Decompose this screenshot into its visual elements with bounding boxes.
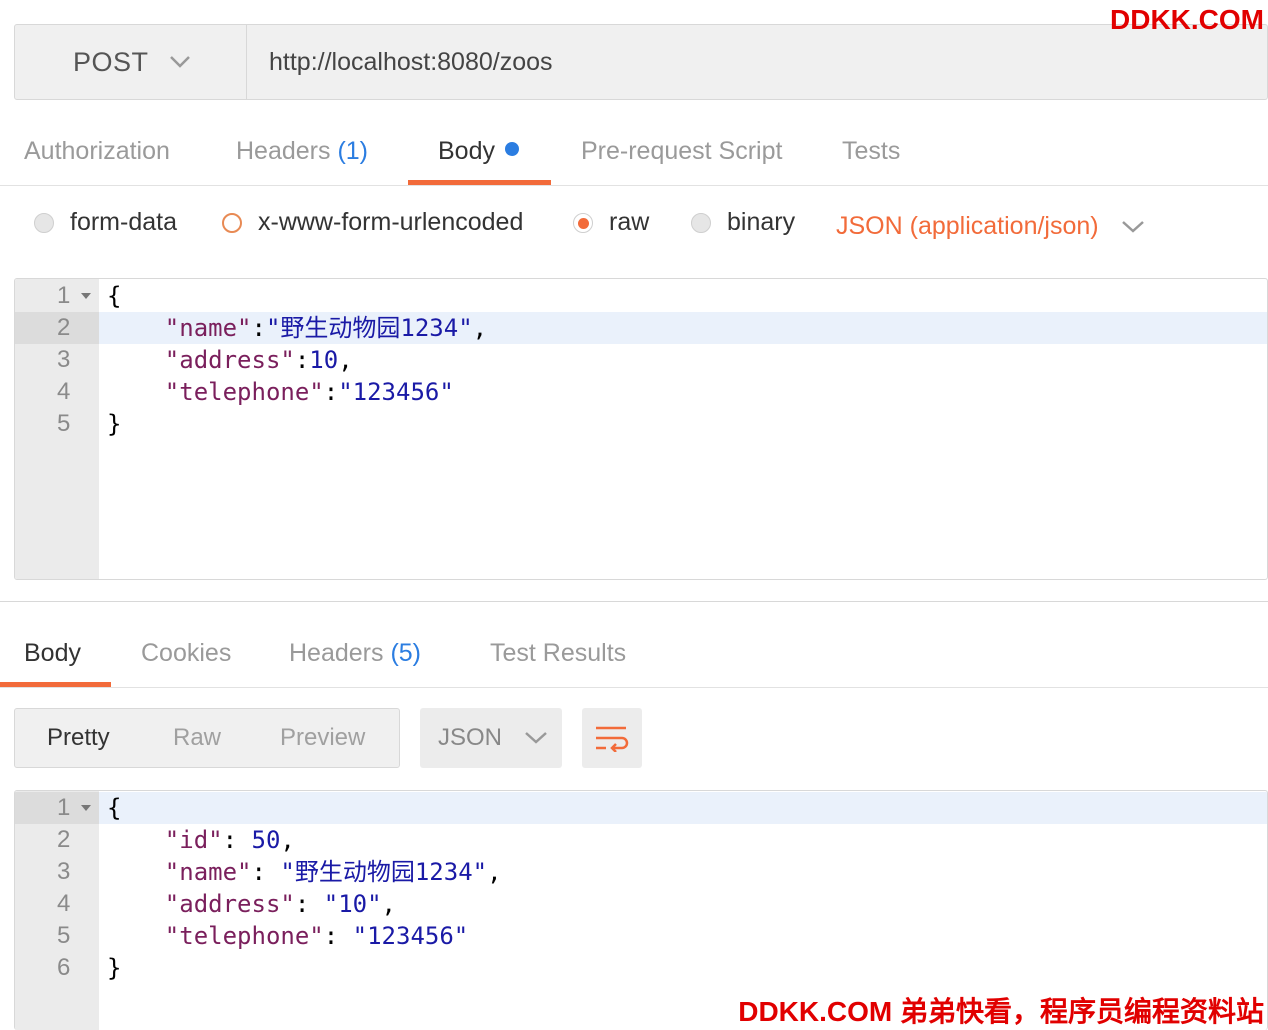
- code-line: 5}: [15, 408, 1267, 440]
- code-line: 3 "address":10,: [15, 344, 1267, 376]
- code-line: 2 "name":"野生动物园1234",: [15, 312, 1267, 344]
- line-number: 3: [57, 858, 71, 885]
- format-select[interactable]: JSON: [420, 708, 562, 768]
- code-text: "name": "野生动物园1234",: [164, 858, 502, 886]
- tab-authorization[interactable]: Authorization: [24, 137, 170, 166]
- code-line: 1{: [15, 280, 1267, 312]
- code-text: }: [107, 954, 122, 982]
- code-line: 1{: [15, 792, 1267, 824]
- wrap-lines-icon: [596, 726, 629, 752]
- request-bar: POST http://localhost:8080/zoos: [14, 24, 1268, 100]
- mode-pretty[interactable]: Pretty: [47, 709, 110, 767]
- response-tab-headers[interactable]: Headers (5): [289, 639, 421, 668]
- url-input[interactable]: http://localhost:8080/zoos: [269, 25, 553, 99]
- tab-label: Pre-request Script: [581, 137, 783, 165]
- line-number: 5: [57, 922, 71, 949]
- code-text: "name":"野生动物园1234",: [164, 314, 488, 342]
- line-number: 3: [57, 346, 71, 373]
- code-line: 2 "id": 50,: [15, 824, 1267, 856]
- code-text: "id": 50,: [164, 826, 295, 854]
- code-line: 3 "name": "野生动物园1234",: [15, 856, 1267, 888]
- radio-binary[interactable]: binary: [691, 208, 795, 237]
- tab-tests[interactable]: Tests: [842, 137, 900, 166]
- line-number: 2: [57, 826, 71, 853]
- code-text: }: [107, 410, 122, 438]
- tab-label: Authorization: [24, 137, 170, 165]
- line-number: 5: [57, 410, 71, 437]
- radio-label: x-www-form-urlencoded: [258, 208, 524, 236]
- pane-divider[interactable]: [0, 601, 1268, 602]
- radio-circle: [573, 212, 593, 233]
- radio-form-data[interactable]: form-data: [34, 208, 177, 237]
- radio-label: raw: [609, 208, 650, 236]
- radio-circle: [691, 212, 711, 233]
- radio-urlencoded[interactable]: x-www-form-urlencoded: [222, 208, 523, 237]
- chevron-down-icon: [1121, 220, 1144, 233]
- radio-raw[interactable]: raw: [573, 208, 649, 237]
- divider: [0, 185, 1268, 186]
- tab-label: Headers: [289, 639, 384, 667]
- line-number: 6: [57, 954, 71, 981]
- format-label: JSON: [438, 724, 503, 751]
- headers-count: (1): [337, 137, 369, 165]
- tab-label: Test Results: [490, 639, 627, 667]
- tab-body[interactable]: Body: [438, 137, 519, 166]
- mode-raw[interactable]: Raw: [173, 709, 221, 767]
- code-line: 4 "address": "10",: [15, 888, 1267, 920]
- divider: [0, 687, 1268, 688]
- code-line: 5 "telephone": "123456": [15, 920, 1267, 952]
- code-text: "address": "10",: [164, 890, 396, 918]
- request-body-editor[interactable]: 1{2 "name":"野生动物园1234", 3 "address":10, 4 …: [14, 278, 1268, 580]
- radio-label: binary: [727, 208, 796, 236]
- tab-label: Headers: [236, 137, 331, 165]
- code-text: {: [107, 794, 122, 822]
- tab-label: Body: [438, 137, 495, 165]
- watermark-top: DDKK.COM: [1110, 4, 1264, 35]
- response-tab-test-results[interactable]: Test Results: [490, 639, 626, 668]
- radio-circle: [34, 212, 54, 233]
- code-text: "telephone": "123456": [164, 922, 469, 950]
- fold-toggle-icon[interactable]: [81, 293, 91, 299]
- mode-preview[interactable]: Preview: [280, 709, 365, 767]
- response-tab-cookies[interactable]: Cookies: [141, 639, 231, 668]
- radio-label: form-data: [70, 208, 177, 236]
- tab-pre-request-script[interactable]: Pre-request Script: [581, 137, 782, 166]
- response-tab-body[interactable]: Body: [24, 639, 81, 668]
- tab-headers[interactable]: Headers (1): [236, 137, 368, 166]
- code-line: 4 "telephone":"123456": [15, 376, 1267, 408]
- headers-count: (5): [390, 639, 422, 667]
- radio-circle: [222, 212, 242, 233]
- line-number: 2: [15, 312, 99, 344]
- modified-dot-icon: [504, 142, 519, 156]
- content-type-select[interactable]: JSON (application/json): [836, 212, 1145, 241]
- tab-label: Body: [24, 639, 81, 667]
- code-text: "telephone":"123456": [164, 378, 454, 406]
- method-select[interactable]: POST: [15, 25, 247, 99]
- tab-label: Cookies: [141, 639, 232, 667]
- fold-toggle-icon[interactable]: [81, 805, 91, 811]
- method-label: POST: [73, 46, 149, 77]
- line-number: 4: [57, 378, 71, 405]
- content-type-label: JSON (application/json): [836, 212, 1099, 240]
- wrap-lines-button[interactable]: [582, 708, 642, 768]
- code-line: 6}: [15, 952, 1267, 984]
- watermark-bottom: DDKK.COM 弟弟快看，程序员编程资料站: [738, 996, 1264, 1027]
- line-number: 4: [57, 890, 71, 917]
- view-mode-group: Pretty Raw Preview: [14, 708, 400, 768]
- chevron-down-icon: [169, 56, 190, 68]
- chevron-down-icon: [525, 732, 547, 744]
- tab-label: Tests: [842, 137, 901, 165]
- code-text: {: [107, 282, 122, 310]
- code-text: "address":10,: [164, 346, 353, 374]
